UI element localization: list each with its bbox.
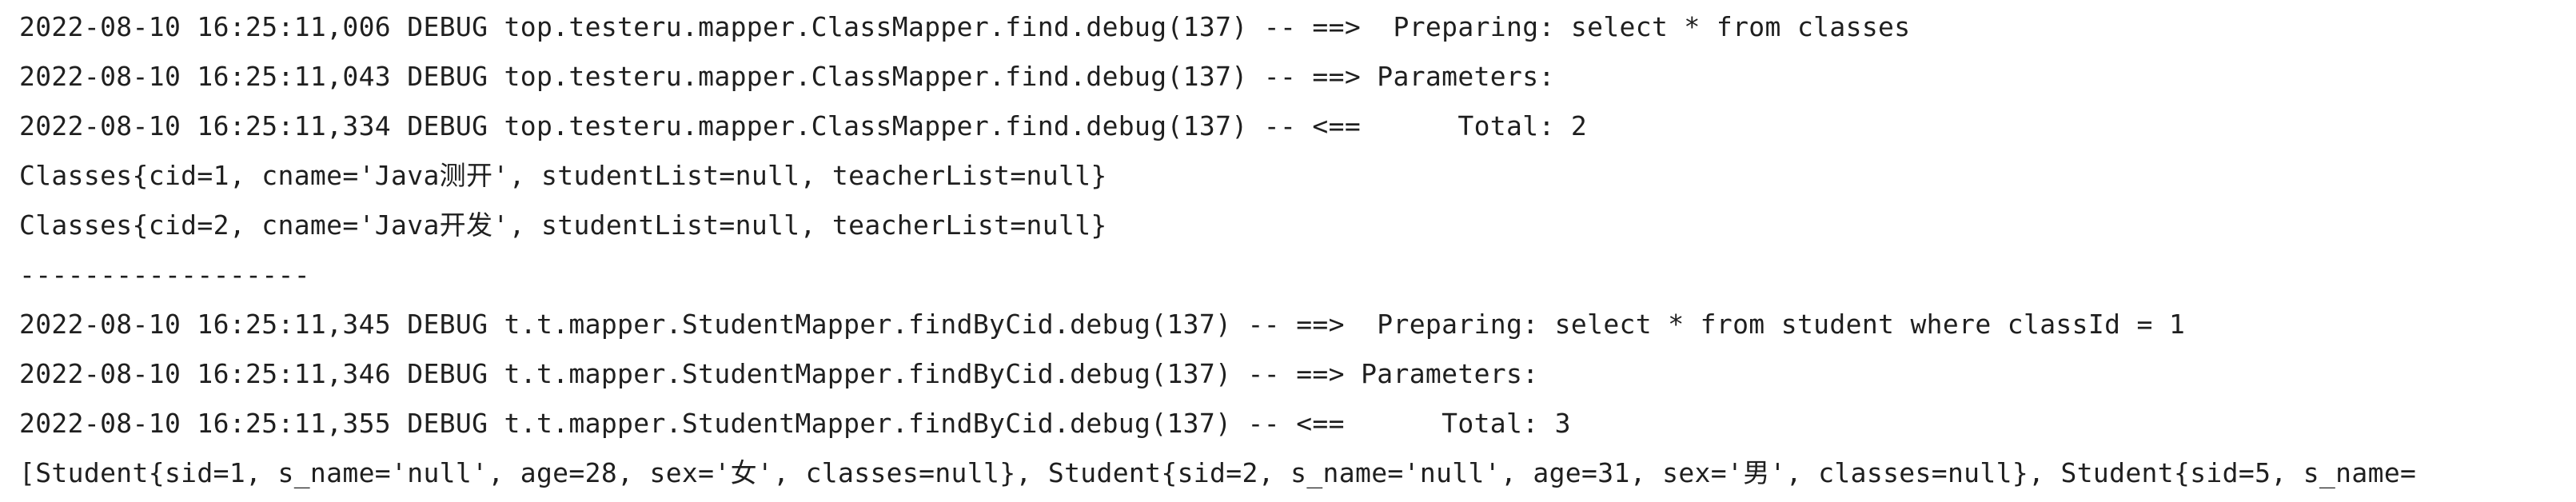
log-line-4: Classes{cid=1, cname='Java测开', studentLi… (19, 160, 1107, 191)
log-line-1: 2022-08-10 16:25:11,006 DEBUG top.tester… (19, 11, 1911, 42)
log-line-5: Classes{cid=2, cname='Java开发', studentLi… (19, 209, 1107, 241)
log-line-2: 2022-08-10 16:25:11,043 DEBUG top.tester… (19, 61, 1571, 92)
log-line-6: ------------------ (19, 259, 310, 290)
log-line-3: 2022-08-10 16:25:11,334 DEBUG top.tester… (19, 110, 1588, 141)
log-line-8: 2022-08-10 16:25:11,346 DEBUG t.t.mapper… (19, 358, 1555, 389)
log-line-7: 2022-08-10 16:25:11,345 DEBUG t.t.mapper… (19, 309, 2186, 340)
log-line-10: [Student{sid=1, s_name='null', age=28, s… (19, 457, 2417, 488)
log-line-9: 2022-08-10 16:25:11,355 DEBUG t.t.mapper… (19, 408, 1571, 439)
console-output: 2022-08-10 16:25:11,006 DEBUG top.tester… (0, 0, 2576, 502)
